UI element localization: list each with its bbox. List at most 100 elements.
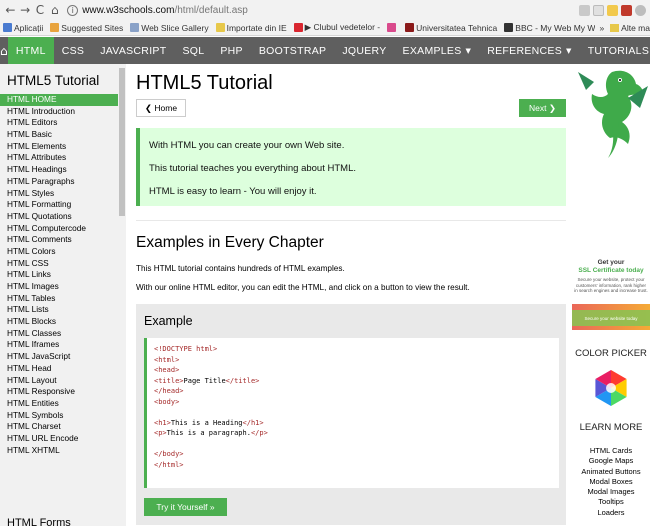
sidebar-link[interactable]: HTML Quotations bbox=[0, 211, 118, 223]
sidebar-link[interactable]: HTML Responsive bbox=[0, 386, 118, 398]
examples-paragraph: With our online HTML editor, you can edi… bbox=[136, 283, 470, 292]
learn-more-link[interactable]: Tooltips bbox=[572, 497, 650, 507]
other-bookmarks[interactable]: Alte ma bbox=[621, 23, 650, 33]
bookmarks-overflow: » Alte ma bbox=[595, 20, 650, 35]
bookmark-icon bbox=[405, 23, 415, 32]
learn-more-link[interactable]: HTML Cards bbox=[572, 446, 650, 456]
bookmark-icon bbox=[293, 23, 303, 32]
color-picker-hexagon-icon[interactable] bbox=[591, 368, 631, 408]
ssl-ad[interactable]: Get your SSL Certificate today Secure yo… bbox=[572, 256, 650, 330]
nav-tutorials-label: TUTORIALS bbox=[587, 44, 650, 57]
sidebar-link[interactable]: HTML Colors bbox=[0, 246, 118, 258]
nav-bootstrap[interactable]: BOOTSTRAP bbox=[251, 37, 334, 64]
sidebar-scrollbar[interactable] bbox=[118, 64, 126, 526]
star-icon[interactable] bbox=[593, 4, 604, 16]
dragon-logo bbox=[578, 70, 648, 158]
extension-icon[interactable] bbox=[607, 4, 618, 16]
nav-tutorials-dropdown[interactable]: TUTORIALS ▼ bbox=[580, 37, 650, 64]
nav-references-dropdown[interactable]: REFERENCES ▼ bbox=[479, 37, 579, 64]
extension-icon[interactable] bbox=[621, 4, 632, 16]
sidebar-link[interactable]: HTML CSS bbox=[0, 258, 118, 270]
sidebar-link[interactable]: HTML Images bbox=[0, 281, 118, 293]
learn-more-title: LEARN MORE bbox=[579, 422, 643, 433]
nav-examples-dropdown[interactable]: EXAMPLES ▼ bbox=[395, 37, 480, 64]
sidebar-link[interactable]: HTML Classes bbox=[0, 328, 118, 340]
zoom-icon[interactable] bbox=[579, 4, 590, 16]
next-button[interactable]: Next ❯ bbox=[519, 99, 566, 117]
bookmark-label: Web Slice Gallery bbox=[141, 22, 209, 33]
sidebar-link[interactable]: HTML Symbols bbox=[0, 410, 118, 422]
url-input[interactable]: i www.w3schools.com /html/default.asp bbox=[67, 2, 579, 18]
learn-more-link[interactable]: Google Maps bbox=[572, 456, 650, 466]
home-button[interactable]: ❮ Home bbox=[136, 99, 186, 117]
sidebar-link[interactable]: HTML Charset bbox=[0, 421, 118, 433]
info-icon[interactable]: i bbox=[67, 4, 79, 16]
sidebar-link[interactable]: HTML Attributes bbox=[0, 152, 118, 164]
sidebar-link[interactable]: HTML Editors bbox=[0, 117, 118, 129]
forward-icon[interactable]: → bbox=[19, 2, 32, 18]
bookmark-item[interactable]: Aplicații bbox=[3, 23, 43, 33]
main-content: HTML5 Tutorial ❮ Home Next ❯ With HTML y… bbox=[126, 64, 572, 526]
sidebar-link[interactable]: HTML Links bbox=[0, 269, 118, 281]
nav-css[interactable]: CSS bbox=[54, 37, 93, 64]
back-icon[interactable]: ← bbox=[4, 2, 17, 18]
learn-more-link[interactable]: Modal Boxes bbox=[572, 477, 650, 487]
bookmark-item[interactable]: Universitatea Tehnica bbox=[405, 23, 497, 33]
nav-jquery[interactable]: JQUERY bbox=[334, 37, 394, 64]
learn-more-link[interactable]: Loaders bbox=[572, 508, 650, 518]
bookmark-item[interactable]: Importate din IE bbox=[215, 23, 287, 33]
sidebar-link[interactable]: HTML Lists bbox=[0, 304, 118, 316]
home-nav-icon[interactable]: ⌂ bbox=[0, 37, 8, 64]
sidebar-link[interactable]: HTML HOME bbox=[0, 94, 118, 106]
bookmark-item[interactable]: Suggested Sites bbox=[50, 23, 123, 33]
bookmark-item[interactable] bbox=[387, 23, 398, 32]
bookmark-item[interactable]: Web Slice Gallery bbox=[130, 22, 209, 33]
url-host: www.w3schools.com bbox=[82, 4, 175, 16]
sidebar-link[interactable]: HTML Blocks bbox=[0, 316, 118, 328]
sidebar-link[interactable]: HTML Computercode bbox=[0, 223, 118, 235]
divider bbox=[136, 220, 566, 221]
bookmark-item[interactable]: ▶ Clubul vedetelor - bbox=[293, 22, 380, 33]
top-navigation: ⌂ HTML CSS JAVASCRIPT SQL PHP BOOTSTRAP … bbox=[0, 37, 650, 64]
bookmark-label: BBC - My Web My W bbox=[515, 22, 596, 33]
sidebar-link[interactable]: HTML Head bbox=[0, 363, 118, 375]
nav-javascript[interactable]: JAVASCRIPT bbox=[92, 37, 174, 64]
sidebar-link[interactable]: HTML Paragraphs bbox=[0, 176, 118, 188]
sidebar-link[interactable]: HTML Elements bbox=[0, 141, 118, 153]
ad-button[interactable]: Secure your website today bbox=[572, 310, 650, 326]
sidebar-link[interactable]: HTML Layout bbox=[0, 375, 118, 387]
code-line: <h1>This is a Heading</h1> bbox=[154, 418, 264, 427]
extension-icon[interactable] bbox=[635, 4, 646, 16]
example-title: Example bbox=[144, 314, 193, 328]
example-box: Example <!DOCTYPE html> <html> <head> <titl… bbox=[136, 304, 566, 525]
bookmarks-more-icon[interactable]: » bbox=[599, 23, 604, 33]
intro-line: With HTML you can create your own Web si… bbox=[149, 140, 345, 151]
sidebar-link[interactable]: HTML Styles bbox=[0, 188, 118, 200]
sidebar-link[interactable]: HTML Headings bbox=[0, 164, 118, 176]
sidebar-link[interactable]: HTML Basic bbox=[0, 129, 118, 141]
sidebar-link[interactable]: HTML Comments bbox=[0, 234, 118, 246]
intro-line: This tutorial teaches you everything abo… bbox=[149, 163, 356, 174]
sidebar-link[interactable]: HTML Iframes bbox=[0, 339, 118, 351]
home-icon[interactable]: ⌂ bbox=[48, 2, 61, 18]
nav-html[interactable]: HTML bbox=[7, 37, 54, 64]
try-it-yourself-button[interactable]: Try it Yourself » bbox=[144, 498, 227, 516]
examples-paragraph: This HTML tutorial contains hundreds of … bbox=[136, 264, 345, 273]
sidebar-link[interactable]: HTML Tables bbox=[0, 293, 118, 305]
sidebar-link[interactable]: HTML Introduction bbox=[0, 106, 118, 118]
caret-down-icon: ▼ bbox=[566, 46, 572, 55]
learn-more-link[interactable]: Modal Images bbox=[572, 487, 650, 497]
scrollbar-thumb[interactable] bbox=[119, 68, 125, 216]
sidebar-link[interactable]: HTML Entities bbox=[0, 398, 118, 410]
sidebar-section-forms: HTML Forms bbox=[7, 517, 71, 526]
nav-php[interactable]: PHP bbox=[212, 37, 251, 64]
sidebar-link[interactable]: HTML Formatting bbox=[0, 199, 118, 211]
bookmark-icon bbox=[215, 23, 225, 32]
sidebar-link[interactable]: HTML URL Encode bbox=[0, 433, 118, 445]
learn-more-link[interactable]: Animated Buttons bbox=[572, 467, 650, 477]
reload-icon[interactable]: C bbox=[34, 2, 47, 18]
nav-sql[interactable]: SQL bbox=[174, 37, 212, 64]
sidebar-link[interactable]: HTML XHTML bbox=[0, 445, 118, 457]
bookmark-item[interactable]: BBC - My Web My W bbox=[504, 23, 595, 33]
sidebar-link[interactable]: HTML JavaScript bbox=[0, 351, 118, 363]
